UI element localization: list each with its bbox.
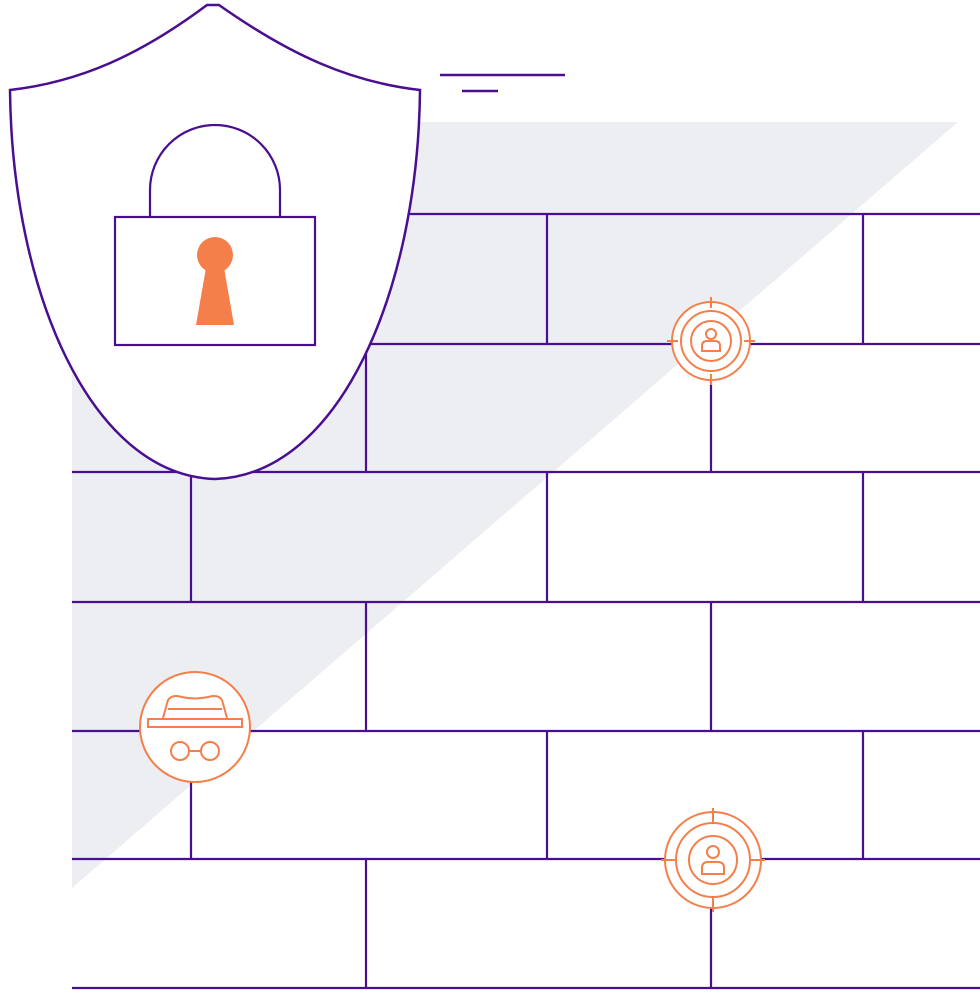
incognito-spy-icon [139, 671, 251, 783]
decorative-lines [440, 73, 565, 93]
target-user-icon [661, 808, 765, 912]
firewall-security-illustration [8, 3, 980, 990]
